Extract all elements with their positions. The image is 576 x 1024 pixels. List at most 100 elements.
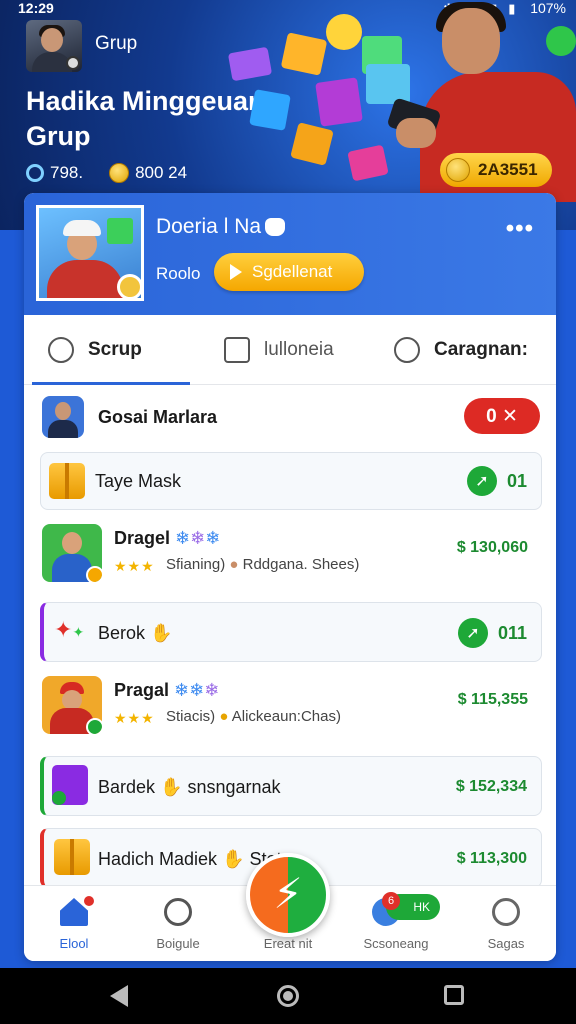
list-item-name: Gosai Marlara (98, 407, 218, 427)
gift-cube-decoration (249, 89, 291, 131)
gift-box-icon (54, 839, 90, 875)
rating-stars: ★★★ (114, 710, 155, 726)
list-item[interactable]: Dragel ❄❄❄ ★★★ Sfianing) ● Rddgana. Shee… (40, 522, 542, 586)
status-indicator: ➚ 01 (466, 466, 527, 496)
group-avatar[interactable] (26, 20, 82, 72)
list-item[interactable]: Taye Mask ➚ 01 (40, 452, 542, 510)
schedule-button-label: Sgdellenat (252, 262, 333, 281)
snowflake-icon: ❄ (205, 528, 221, 548)
detail-text-2: Rddgana. Shees) (242, 556, 360, 573)
calendar-icon (224, 337, 250, 363)
nav-label: Scsoneang (363, 936, 429, 951)
avatar-mini-icon: ● (229, 556, 239, 573)
gift-cube-decoration (280, 32, 328, 76)
profile-avatar[interactable] (36, 205, 144, 301)
nav-home[interactable]: Elool (24, 886, 124, 961)
profile-header: Doeria l Na ••• Roolo Sgdellenat (24, 193, 556, 315)
detail-text: Stiacis) (166, 708, 216, 725)
snowflake-icon: ❄ (189, 680, 205, 700)
rating-stars: ★★★ (114, 558, 155, 574)
list-item[interactable]: Gosai Marlara 0 ✕ (40, 394, 542, 440)
list-item-amount: $ 115,355 (457, 691, 528, 708)
recent-apps-icon[interactable] (444, 985, 464, 1005)
nav-label: Ereat nit (263, 936, 313, 951)
avatar (42, 676, 102, 734)
group-card: Doeria l Na ••• Roolo Sgdellenat Scrup l… (24, 193, 556, 961)
list-item-name: Taye Mask (95, 471, 182, 491)
list-item-name-text: Pragal (114, 680, 170, 700)
confetti-icon: ✦✦ (54, 617, 85, 642)
list-item-name: Hadich Madiek ✋ Stet (98, 849, 282, 870)
mascot-icon (265, 218, 286, 237)
tab-lulloneia[interactable]: lulloneia (224, 315, 334, 385)
list-item-name-text: Dragel (114, 528, 171, 548)
profile-role: Roolo (156, 264, 201, 283)
list-item-extra: snsngarnak (187, 777, 281, 797)
chat-icon (394, 337, 420, 363)
gift-box-icon (52, 765, 88, 805)
nav-sagas[interactable]: Sagas (456, 886, 556, 961)
snowflake-icon: ❄ (204, 680, 220, 700)
avatar-mini-icon: ● (219, 708, 229, 725)
home-circle-icon[interactable] (277, 985, 299, 1007)
more-options-icon[interactable]: ••• (506, 215, 534, 243)
member-count: 798. (50, 163, 84, 182)
tab-scrup[interactable]: Scrup (48, 315, 142, 385)
active-tab-indicator (32, 382, 190, 385)
detail-text: Sfianing) (166, 556, 226, 573)
members-icon (26, 164, 44, 182)
tab-label: Scrup (88, 339, 142, 360)
status-value: 01 (506, 470, 527, 491)
list-item-name: Bardek ✋ snsngarnak (98, 777, 281, 798)
schedule-button[interactable]: Sgdellenat (214, 253, 364, 291)
arrow-up-icon: ➚ (466, 466, 497, 496)
tab-label: lulloneia (264, 339, 334, 360)
list-item-name-text: Hadich Madiek (98, 849, 218, 869)
list-item-name: Pragal ❄❄❄ (114, 680, 219, 701)
list-item-amount: $ 130,060 (456, 539, 528, 556)
nav-boigule[interactable]: Boigule (128, 886, 228, 961)
profile-name-text: Doeria l Na (156, 215, 262, 238)
arrow-up-icon: ➚ (457, 618, 488, 648)
nav-scsoneang[interactable]: HK 6 Scsoneang (346, 886, 446, 961)
list-item-name-text: Berok (98, 623, 146, 643)
group-label: Grup (95, 33, 138, 54)
list-item[interactable]: Pragal ❄❄❄ ★★★ Stiacis) ● Alickeaun:Chas… (40, 674, 542, 738)
gift-cube-decoration (315, 77, 363, 127)
coin-icon (446, 158, 470, 182)
coin-decoration (326, 14, 362, 50)
list-item-amount: $ 152,334 (455, 778, 527, 795)
globe-icon (492, 898, 520, 926)
list-item-name: Dragel ❄❄❄ (114, 528, 220, 549)
nav-label: Elool (59, 936, 89, 951)
member-list: Gosai Marlara 0 ✕ Taye Mask ➚ 01 Dragel … (24, 386, 556, 888)
chat-bubble-icon (164, 898, 192, 926)
tab-caragnan[interactable]: Caragnan: (394, 315, 528, 385)
messages-badge: 6 (382, 892, 400, 910)
system-navigation-bar (0, 968, 576, 1024)
notification-dot (84, 896, 94, 906)
list-item-detail: Stiacis) ● Alickeaun:Chas) (166, 708, 341, 725)
list-item-detail: Sfianing) ● Rddgana. Shees) (166, 556, 359, 573)
page-title: Hadika Minggeuan Grup (26, 86, 265, 151)
list-item-amount: $ 113,300 (456, 850, 527, 867)
coin-icon (109, 163, 130, 183)
snowflake-icon: ❄ (175, 528, 191, 548)
bolt-action-button[interactable] (246, 853, 330, 937)
coin-balance-badge[interactable]: 2A3551 (440, 153, 552, 187)
remove-badge[interactable]: 0 ✕ (464, 398, 540, 434)
back-icon[interactable] (110, 985, 128, 1007)
nav-label: Boigule (156, 936, 200, 951)
gold-icon: ✋ (150, 623, 173, 643)
list-item[interactable]: ✦✦ Berok ✋ ➚ 011 (40, 602, 542, 662)
gold-icon: ✋ (222, 849, 245, 869)
verified-badge-icon (117, 274, 141, 298)
status-time: 12:29 (18, 0, 54, 16)
group-stats: 798. 800 24 (26, 163, 187, 183)
tab-bar: Scrup lulloneia Caragnan: (24, 315, 556, 385)
list-item[interactable]: Bardek ✋ snsngarnak $ 152,334 (40, 756, 542, 816)
person-icon (48, 337, 74, 363)
list-item-name: Berok ✋ (98, 623, 172, 644)
list-item-name-text: Bardek (98, 777, 156, 797)
tab-label: Caragnan: (434, 339, 528, 360)
